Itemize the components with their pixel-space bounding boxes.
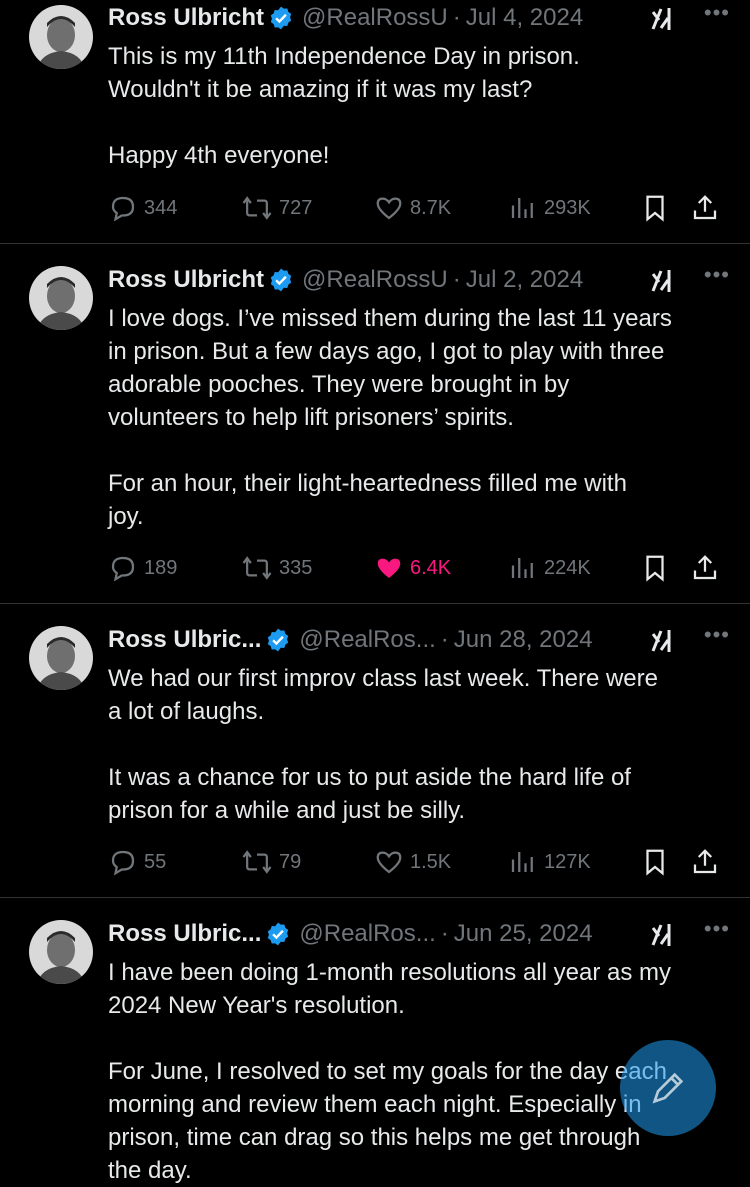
avatar[interactable] xyxy=(29,626,93,690)
repost-icon xyxy=(242,556,272,580)
tweet-text: I love dogs. I’ve missed them during the… xyxy=(108,305,672,530)
tweet-header: Ross Ulbricht @RealRossU · Jul 2, 2024 •… xyxy=(108,262,730,296)
avatar[interactable] xyxy=(29,5,93,69)
tweet-actions: 55 79 1.5K 127K xyxy=(108,846,722,878)
tweet-header: Ross Ulbric... @RealRos... · Jun 28, 202… xyxy=(108,622,730,656)
verified-badge-icon xyxy=(270,268,292,292)
reply-count: 55 xyxy=(144,850,167,873)
tweet-actions: 189 335 6.4K 224K xyxy=(108,552,722,584)
repost-button[interactable]: 335 xyxy=(241,552,312,584)
views-button[interactable]: 127K xyxy=(508,846,591,878)
separator-dot: · xyxy=(440,920,449,947)
compose-icon xyxy=(652,1072,684,1104)
views-button[interactable]: 224K xyxy=(508,552,591,584)
tweet-header: Ross Ulbric... @RealRos... · Jun 25, 202… xyxy=(108,916,730,950)
reply-button[interactable]: 344 xyxy=(108,192,177,224)
share-button[interactable] xyxy=(690,552,726,584)
repost-count: 335 xyxy=(279,556,313,579)
tweet-actions: 344 727 8.7K 293K xyxy=(108,192,722,224)
tweet-date[interactable]: Jul 4, 2024 xyxy=(466,4,583,32)
bookmark-icon xyxy=(646,195,664,222)
separator-dot: · xyxy=(440,626,449,653)
separator-dot: · xyxy=(452,4,461,31)
reply-count: 344 xyxy=(144,196,178,219)
tweet-date[interactable]: Jun 28, 2024 xyxy=(454,626,593,654)
author-name[interactable]: Ross Ulbricht xyxy=(108,4,264,32)
tweet[interactable]: Ross Ulbricht @RealRossU · Jul 2, 2024 •… xyxy=(0,244,750,604)
reply-icon xyxy=(111,850,135,876)
avatar[interactable] xyxy=(29,920,93,984)
like-button[interactable]: 6.4K xyxy=(374,552,451,584)
bookmark-button[interactable] xyxy=(640,846,676,878)
like-icon xyxy=(376,197,402,220)
repost-icon xyxy=(242,196,272,220)
tweet[interactable]: Ross Ulbric... @RealRos... · Jun 28, 202… xyxy=(0,604,750,898)
bookmark-button[interactable] xyxy=(640,552,676,584)
author-handle[interactable]: @RealRos... xyxy=(299,626,435,654)
repost-button[interactable]: 727 xyxy=(241,192,312,224)
author-handle[interactable]: @RealRossU xyxy=(302,4,448,32)
tweet-text: We had our first improv class last week.… xyxy=(108,665,658,824)
like-count: 8.7K xyxy=(410,196,452,219)
verified-badge-icon xyxy=(270,6,292,30)
bookmark-icon xyxy=(646,849,664,876)
share-icon xyxy=(693,849,717,874)
tweet[interactable]: Ross Ulbricht @RealRossU · Jul 4, 2024 •… xyxy=(0,0,750,244)
like-count: 6.4K xyxy=(410,556,452,579)
verified-badge-icon xyxy=(268,922,289,946)
like-count: 1.5K xyxy=(410,850,452,873)
tweet-date[interactable]: Jul 2, 2024 xyxy=(466,266,583,294)
share-icon xyxy=(693,195,717,220)
reply-count: 189 xyxy=(144,556,178,579)
bookmark-button[interactable] xyxy=(640,192,676,224)
verified-badge-icon xyxy=(268,628,289,652)
repost-button[interactable]: 79 xyxy=(241,846,301,878)
views-button[interactable]: 293K xyxy=(508,192,591,224)
share-button[interactable] xyxy=(690,192,726,224)
tweet-date[interactable]: Jun 25, 2024 xyxy=(454,920,593,948)
separator-dot: · xyxy=(452,266,461,293)
author-handle[interactable]: @RealRos... xyxy=(299,920,435,948)
reply-button[interactable]: 55 xyxy=(108,846,166,878)
more-icon[interactable]: ••• xyxy=(704,916,730,942)
grok-icon[interactable] xyxy=(648,626,678,656)
repost-icon xyxy=(242,850,272,874)
reply-button[interactable]: 189 xyxy=(108,552,177,584)
author-name[interactable]: Ross Ulbricht xyxy=(108,266,264,294)
share-icon xyxy=(693,555,717,580)
repost-count: 727 xyxy=(279,196,313,219)
grok-icon[interactable] xyxy=(648,266,678,296)
more-icon[interactable]: ••• xyxy=(704,622,730,648)
tweet-text: This is my 11th Independence Day in pris… xyxy=(108,43,580,169)
tweet-header: Ross Ulbricht @RealRossU · Jul 4, 2024 •… xyxy=(108,0,730,34)
views-icon xyxy=(511,852,533,872)
avatar[interactable] xyxy=(29,266,93,330)
like-icon xyxy=(376,851,402,874)
reply-icon xyxy=(111,556,135,582)
views-count: 127K xyxy=(544,850,591,873)
views-icon xyxy=(511,198,533,218)
tweet[interactable]: Ross Ulbric... @RealRos... · Jun 25, 202… xyxy=(0,898,750,1184)
grok-icon[interactable] xyxy=(648,4,678,34)
author-handle[interactable]: @RealRossU xyxy=(302,266,448,294)
bookmark-icon xyxy=(646,555,664,582)
like-button[interactable]: 8.7K xyxy=(374,192,451,224)
views-count: 293K xyxy=(544,196,591,219)
more-icon[interactable]: ••• xyxy=(704,0,730,26)
views-icon xyxy=(511,558,533,578)
views-count: 224K xyxy=(544,556,591,579)
reply-icon xyxy=(111,196,135,222)
share-button[interactable] xyxy=(690,846,726,878)
repost-count: 79 xyxy=(279,850,302,873)
more-icon[interactable]: ••• xyxy=(704,262,730,288)
author-name[interactable]: Ross Ulbric... xyxy=(108,626,261,654)
like-icon xyxy=(377,558,401,578)
grok-icon[interactable] xyxy=(648,920,678,950)
author-name[interactable]: Ross Ulbric... xyxy=(108,920,261,948)
like-button[interactable]: 1.5K xyxy=(374,846,451,878)
compose-button[interactable] xyxy=(620,1040,716,1136)
